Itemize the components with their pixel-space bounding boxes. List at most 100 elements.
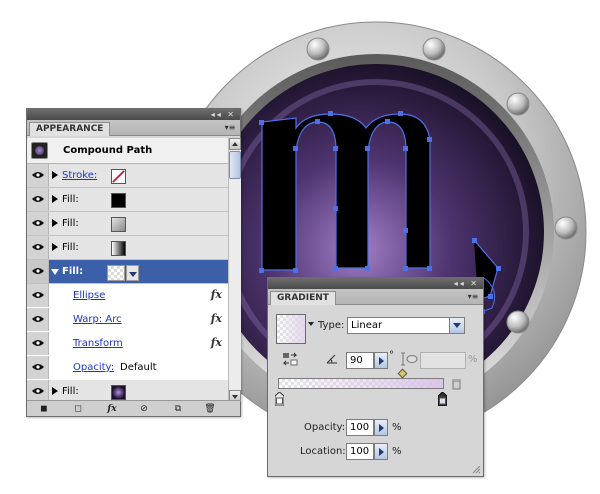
visibility-toggle[interactable]: [27, 356, 49, 379]
angle-value: 90: [350, 355, 363, 366]
fill-swatch-dark-gradient[interactable]: [111, 241, 126, 256]
opacity-link[interactable]: Opacity:: [73, 362, 114, 373]
effect-warp-arc-link[interactable]: Warp: Arc: [73, 314, 122, 325]
gradient-tab-row: GRADIENT ▾≡: [268, 289, 483, 305]
arrow-down-icon: [232, 395, 238, 399]
gradient-stop-left[interactable]: [275, 392, 284, 406]
delete-stop-icon[interactable]: [451, 378, 462, 390]
appearance-row-fill-radial[interactable]: Fill:: [27, 380, 228, 402]
gradient-panel: ◂◂ ✕ GRADIENT ▾≡ Type: Linear 90 ° % Opa…: [267, 277, 484, 477]
appearance-tab-row: APPEARANCE ▾≡: [27, 120, 240, 136]
stroke-label[interactable]: Stroke:: [62, 170, 97, 181]
fill-swatch-black[interactable]: [111, 193, 126, 208]
resize-grip-icon[interactable]: [471, 464, 481, 474]
appearance-titlebar[interactable]: ◂◂ ✕: [27, 109, 240, 120]
visibility-toggle[interactable]: [27, 212, 49, 235]
aspect-ratio-input[interactable]: [420, 352, 466, 369]
stroke-none-swatch[interactable]: [111, 169, 126, 184]
appearance-row-fill-selected[interactable]: Fill:: [27, 260, 228, 284]
opacity-unit: %: [392, 422, 402, 433]
opacity-label: Opacity:: [304, 422, 346, 433]
duplicate-item-button[interactable]: ⧉: [171, 403, 185, 415]
collapse-triangle-icon[interactable]: [51, 269, 59, 275]
fx-icon[interactable]: fx: [211, 312, 222, 325]
visibility-toggle[interactable]: [27, 284, 49, 307]
location-stepper[interactable]: [374, 443, 388, 460]
expand-triangle-icon[interactable]: [52, 243, 58, 251]
visibility-toggle[interactable]: [27, 260, 49, 283]
effect-ellipse-link[interactable]: Ellipse: [73, 290, 105, 301]
fill-swatch-dropdown[interactable]: [126, 265, 139, 281]
gradient-preview-swatch[interactable]: [276, 314, 306, 344]
appearance-row-effect-transform[interactable]: Transform fx: [27, 332, 228, 356]
angle-stepper[interactable]: [374, 352, 388, 369]
collapse-close-buttons[interactable]: ◂◂ ✕: [454, 279, 479, 288]
expand-triangle-icon[interactable]: [52, 219, 58, 227]
opacity-input[interactable]: 100: [346, 419, 374, 436]
gradient-titlebar[interactable]: ◂◂ ✕: [268, 278, 483, 289]
appearance-row-fill-black[interactable]: Fill:: [27, 188, 228, 212]
clear-appearance-button[interactable]: ⊘: [137, 403, 151, 415]
eye-icon: [32, 388, 44, 394]
opacity-field-value: 100: [350, 422, 370, 433]
tab-appearance[interactable]: APPEARANCE: [29, 122, 111, 136]
reverse-gradient-icon[interactable]: [282, 352, 298, 366]
add-fill-button[interactable]: ◻: [71, 403, 85, 415]
add-stroke-button[interactable]: ◼: [37, 403, 51, 415]
location-input[interactable]: 100: [346, 443, 374, 460]
visibility-toggle[interactable]: [27, 332, 49, 355]
compound-path-header[interactable]: Compound Path: [27, 138, 228, 164]
visibility-toggle[interactable]: [27, 164, 49, 187]
add-effect-button[interactable]: fx: [105, 403, 119, 415]
appearance-row-opacity[interactable]: Opacity: Default: [27, 356, 228, 380]
fill-label: Fill:: [62, 194, 79, 205]
fx-icon[interactable]: fx: [211, 288, 222, 301]
appearance-row-effect-ellipse[interactable]: Ellipse fx: [27, 284, 228, 308]
angle-icon: [326, 354, 337, 364]
eye-icon: [32, 244, 44, 250]
fill-swatch-radial-purple[interactable]: [111, 385, 126, 400]
chevron-down-icon[interactable]: [449, 318, 464, 333]
effect-transform-link[interactable]: Transform: [73, 338, 123, 349]
appearance-row-fill-dark-gradient[interactable]: Fill:: [27, 236, 228, 260]
gradient-type-select[interactable]: Linear: [347, 317, 465, 334]
gradient-midpoint-diamond[interactable]: [397, 368, 408, 379]
scroll-thumb[interactable]: [229, 151, 241, 179]
chevron-down-icon: [129, 272, 137, 277]
panel-menu-icon[interactable]: ▾≡: [223, 122, 237, 133]
aspect-ratio-icon: [401, 352, 418, 366]
gradient-stop-right-selected[interactable]: [438, 392, 447, 406]
visibility-toggle[interactable]: [27, 380, 49, 402]
opacity-stepper[interactable]: [374, 419, 388, 436]
type-label: Type:: [318, 320, 345, 331]
fx-icon[interactable]: fx: [211, 336, 222, 349]
delete-item-button[interactable]: 🗑: [203, 403, 217, 415]
gradient-body: Type: Linear 90 ° % Opacity: 100 % Locat…: [268, 306, 483, 476]
eye-icon: [32, 268, 44, 274]
eye-icon: [32, 364, 44, 370]
panel-menu-icon[interactable]: ▾≡: [466, 291, 480, 302]
visibility-toggle[interactable]: [27, 308, 49, 331]
scroll-up-button[interactable]: [229, 138, 241, 150]
fill-label-selected: Fill:: [62, 266, 84, 277]
appearance-scrollbar[interactable]: [228, 138, 241, 402]
eye-icon: [32, 340, 44, 346]
aspect-unit: %: [468, 354, 478, 365]
fill-label: Fill:: [62, 242, 79, 253]
angle-input[interactable]: 90: [346, 352, 374, 369]
collapse-close-buttons[interactable]: ◂◂ ✕: [211, 110, 236, 119]
appearance-row-effect-warp[interactable]: Warp: Arc fx: [27, 308, 228, 332]
appearance-row-stroke[interactable]: Stroke:: [27, 164, 228, 188]
tab-gradient[interactable]: GRADIENT: [270, 291, 336, 305]
gradient-preset-dropdown-icon[interactable]: [308, 322, 314, 326]
visibility-toggle[interactable]: [27, 188, 49, 211]
expand-triangle-icon[interactable]: [52, 171, 58, 179]
eye-icon: [32, 220, 44, 226]
visibility-toggle[interactable]: [27, 236, 49, 259]
expand-triangle-icon[interactable]: [52, 387, 58, 395]
appearance-row-fill-gray[interactable]: Fill:: [27, 212, 228, 236]
gradient-slider-bar[interactable]: [278, 378, 444, 389]
expand-triangle-icon[interactable]: [52, 195, 58, 203]
fill-swatch-transparent-gradient[interactable]: [107, 265, 125, 281]
fill-swatch-gray[interactable]: [111, 217, 126, 232]
